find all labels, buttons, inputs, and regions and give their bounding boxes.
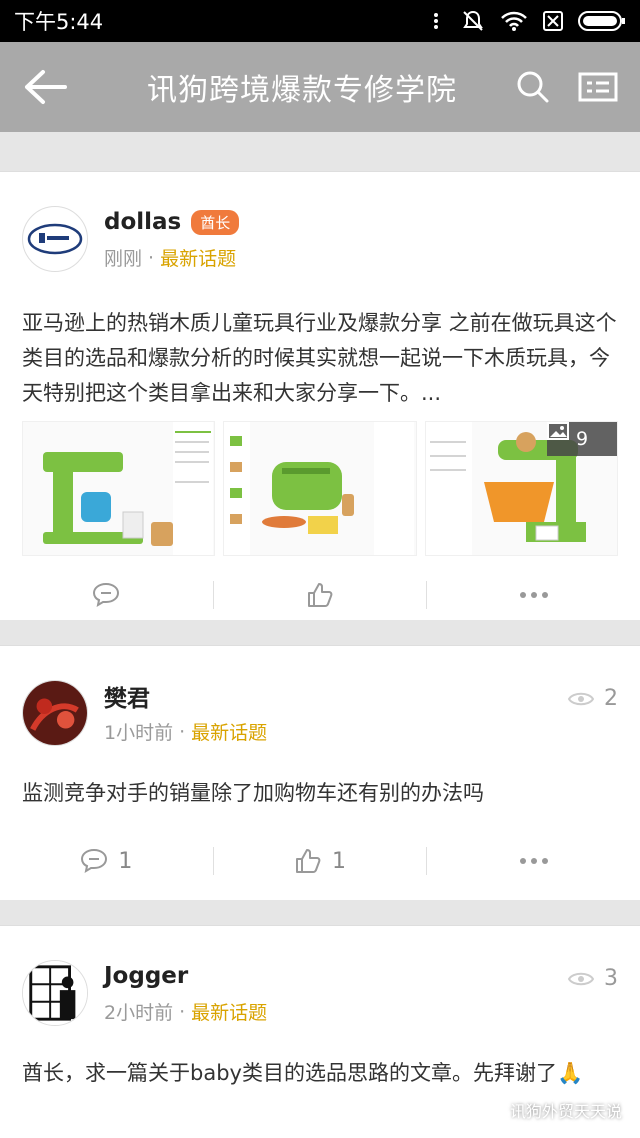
avatar[interactable]: [22, 960, 88, 1026]
status-time: 下午5:44: [14, 10, 104, 34]
image-count: 9: [575, 428, 589, 450]
view-count: 3: [568, 966, 618, 991]
avatar[interactable]: [22, 680, 88, 746]
toaster-toy-image: [224, 422, 415, 555]
more-button[interactable]: [427, 556, 640, 634]
post-image[interactable]: [223, 421, 417, 556]
post-image[interactable]: 9: [424, 421, 618, 556]
comment-count: 1: [118, 848, 133, 874]
comment-button[interactable]: [0, 556, 213, 634]
post-card[interactable]: dollas 酋长 刚刚 · 最新话题 亚马逊上的热销木质儿童玩具行业及爆款分享…: [0, 172, 640, 620]
topic-tag[interactable]: 最新话题: [191, 718, 267, 745]
watermark: 讯狗外贸天天说: [480, 1098, 622, 1122]
post-time: 1小时前: [104, 722, 174, 744]
post-header: Jogger 2小时前 · 最新话题: [22, 926, 618, 1026]
post-image[interactable]: [22, 421, 216, 556]
role-badge: 酋长: [191, 209, 240, 235]
post-content[interactable]: 酋长，求一篇关于baby类目的选品思路的文章。先拜谢了🙏: [22, 1056, 618, 1091]
post-card[interactable]: 樊君 1小时前 · 最新话题 2 监测竞争对手的销量除了加购物车还有别的办法吗 …: [0, 646, 640, 900]
like-count: 1: [332, 848, 346, 874]
group-info-button[interactable]: [562, 42, 634, 132]
post-time: 刚刚: [104, 248, 143, 270]
like-button[interactable]: [214, 556, 427, 634]
page-title: 讯狗跨境爆款专修学院: [147, 73, 457, 108]
window-silhouette-avatar-icon: [23, 961, 87, 1025]
topic-tag[interactable]: 最新话题: [160, 244, 236, 271]
post-meta: dollas 酋长 刚刚 · 最新话题: [104, 206, 618, 271]
more-dots-icon: [434, 13, 438, 29]
feed-separator: [0, 132, 640, 172]
app-bar: 讯狗跨境爆款专修学院: [0, 42, 640, 132]
eye-icon: [568, 972, 594, 985]
mute-icon: [463, 10, 483, 31]
image-count-badge: 9: [546, 422, 617, 456]
lobster-avatar-icon: [23, 681, 87, 745]
post-content[interactable]: 亚马逊上的热销木质儿童玩具行业及爆款分享 之前在做玩具这个类目的选品和爆款分析的…: [22, 306, 618, 411]
image-icon: [546, 422, 569, 440]
back-arrow-icon: [25, 70, 67, 104]
search-icon: [517, 71, 549, 103]
post-header: 樊君 1小时前 · 最新话题: [22, 646, 618, 746]
comment-button[interactable]: 1: [0, 822, 213, 900]
feed-separator: [0, 900, 640, 926]
thumbs-up-icon: [296, 849, 321, 873]
post-time: 2小时前: [104, 1002, 174, 1024]
post-actions: [0, 556, 640, 634]
comment-icon: [81, 848, 108, 874]
status-icons: [426, 8, 626, 34]
more-horizontal-icon: [519, 858, 548, 864]
eye-icon: [568, 692, 594, 705]
post-meta: Jogger 2小时前 · 最新话题: [104, 963, 268, 1025]
coffee-maker-toy-image: [43, 422, 213, 555]
topic-tag[interactable]: 最新话题: [191, 998, 267, 1025]
username[interactable]: dollas: [104, 209, 181, 235]
back-button[interactable]: [0, 42, 90, 132]
amogo-logo-icon: [27, 223, 83, 255]
image-strip: 9: [22, 421, 618, 556]
search-button[interactable]: [504, 42, 562, 132]
wechat-icon: [480, 1100, 504, 1120]
comment-icon: [93, 582, 120, 608]
post-header: dollas 酋长 刚刚 · 最新话题: [22, 172, 618, 272]
thumbs-up-icon: [308, 583, 333, 607]
no-sim-icon: [543, 11, 563, 31]
watermark-text: 讯狗外贸天天说: [509, 1102, 622, 1121]
profile-card-icon: [578, 72, 618, 102]
avatar[interactable]: [22, 206, 88, 272]
username[interactable]: Jogger: [104, 963, 188, 989]
username[interactable]: 樊君: [104, 679, 150, 713]
post-meta: 樊君 1小时前 · 最新话题: [104, 680, 618, 745]
more-button[interactable]: [427, 822, 640, 900]
post-content[interactable]: 监测竞争对手的销量除了加购物车还有别的办法吗: [22, 776, 618, 811]
wifi-icon: [501, 11, 527, 31]
topic-feed: dollas 酋长 刚刚 · 最新话题 亚马逊上的热销木质儿童玩具行业及爆款分享…: [0, 132, 640, 1138]
status-bar: 下午5:44: [0, 0, 640, 42]
like-button[interactable]: 1: [214, 822, 427, 900]
battery-icon: [578, 11, 625, 31]
view-count: 2: [568, 686, 618, 711]
post-actions: 1 1: [0, 822, 640, 900]
more-horizontal-icon: [519, 592, 548, 598]
